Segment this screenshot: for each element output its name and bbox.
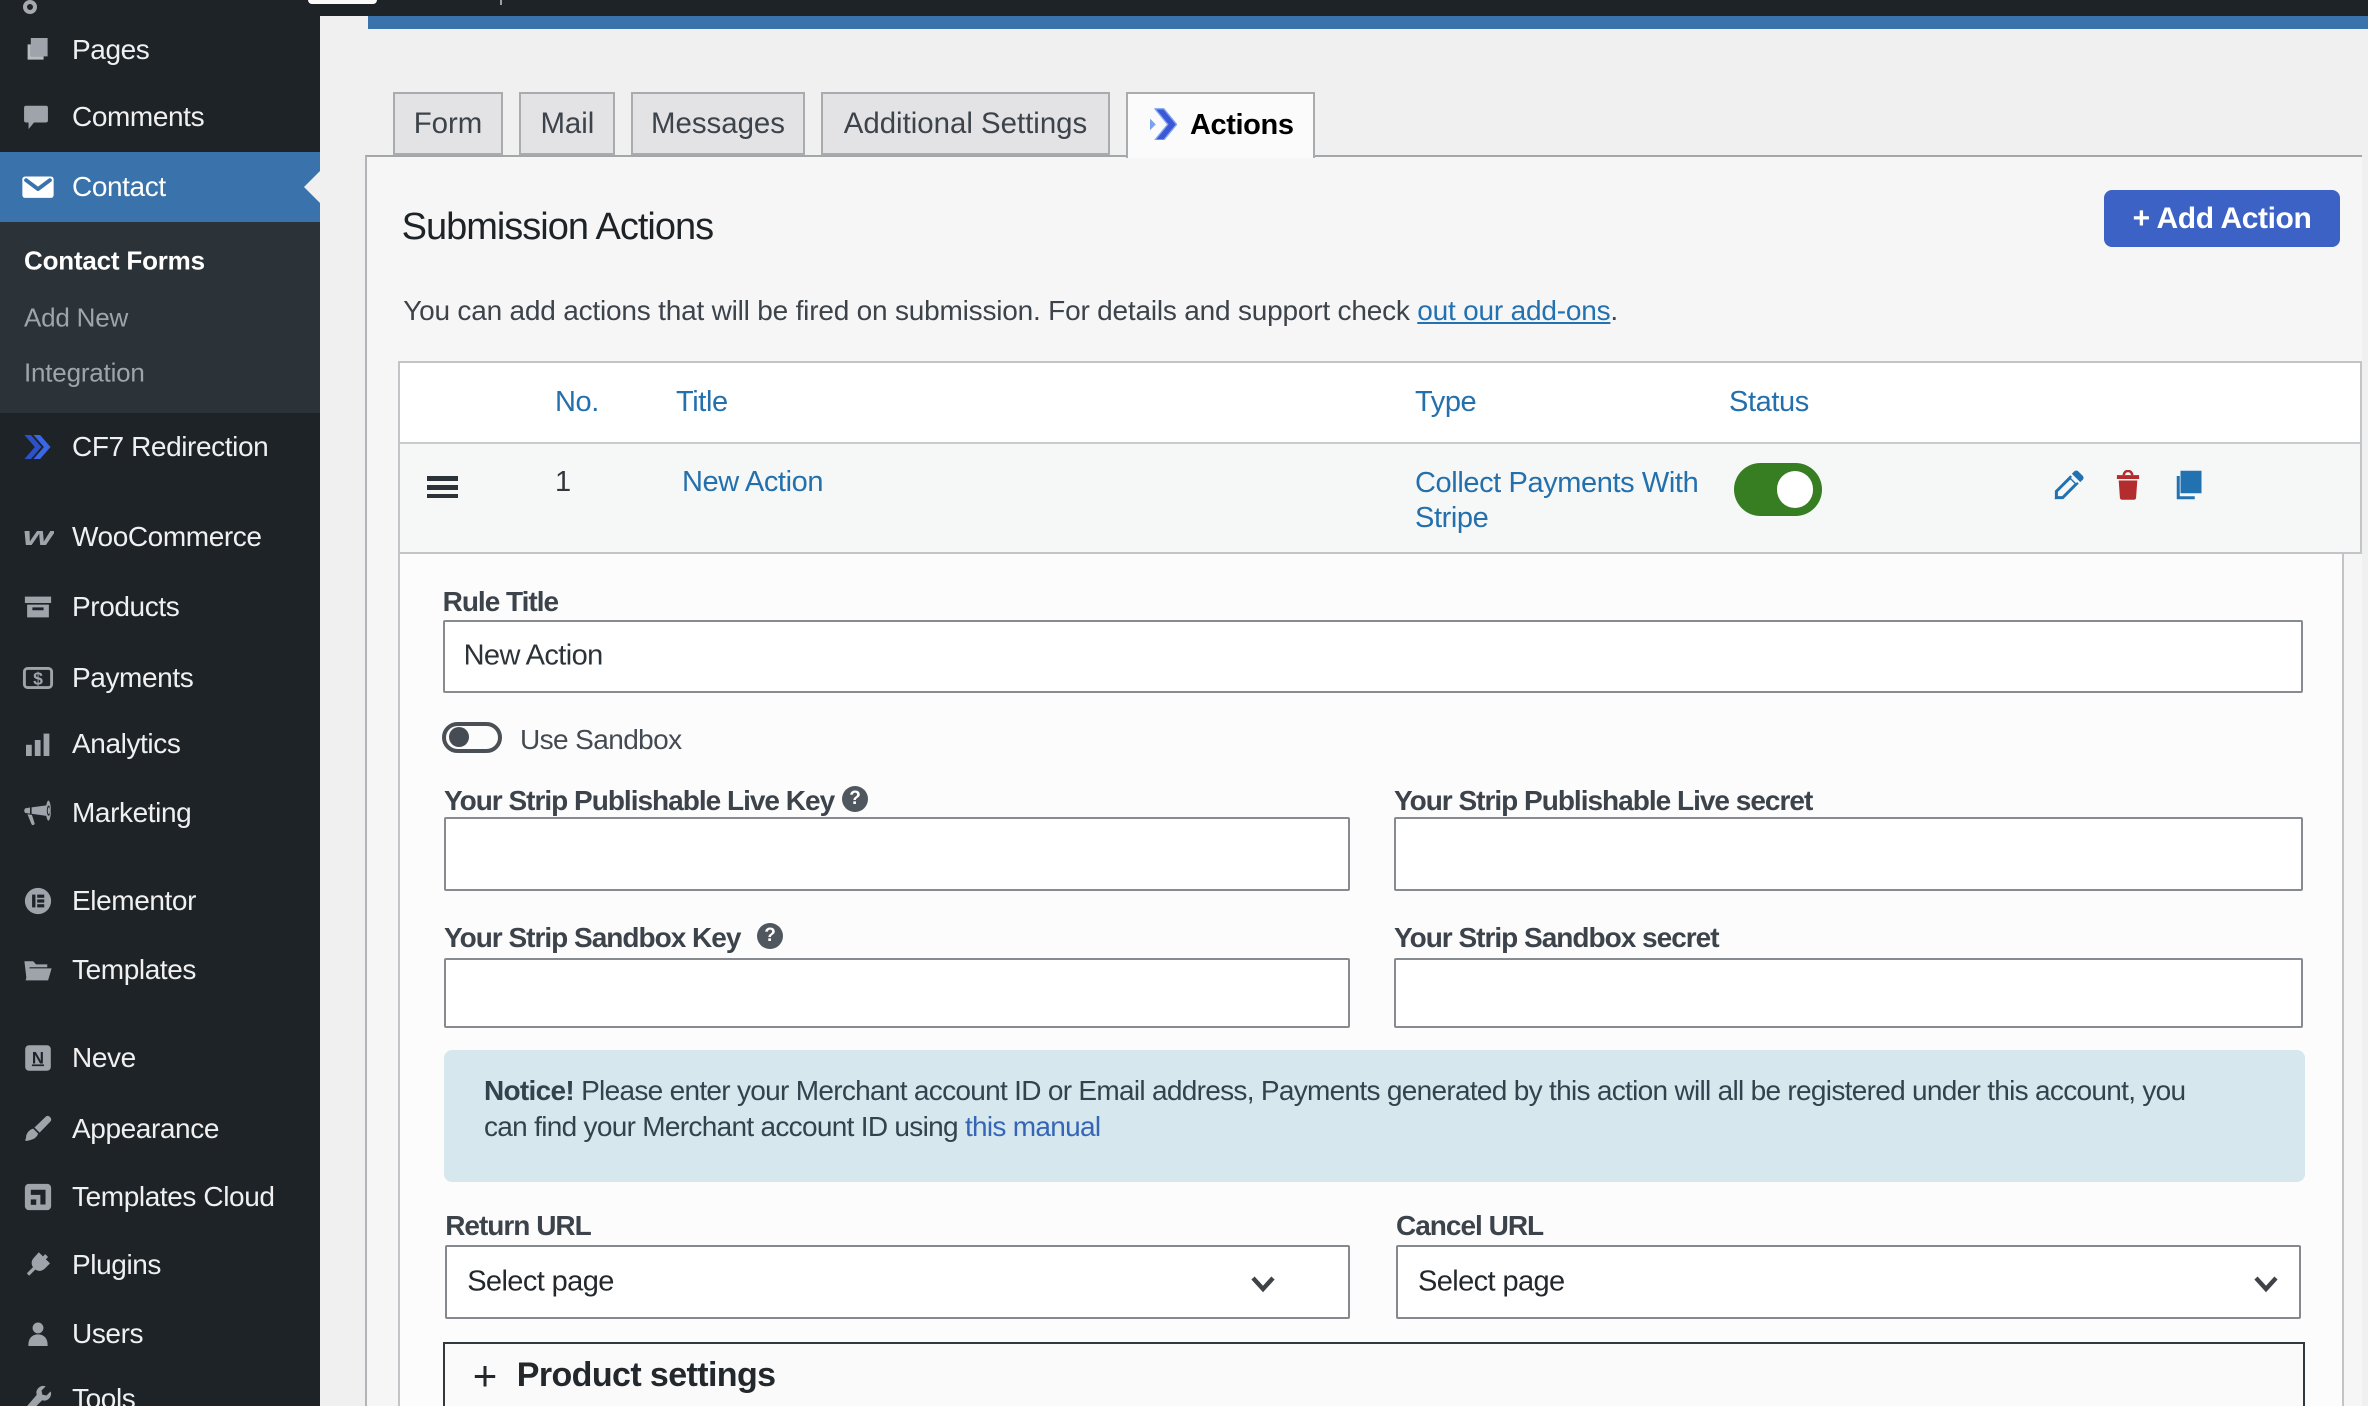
svg-text:$: $ bbox=[33, 668, 43, 688]
svg-text:w: w bbox=[23, 522, 54, 551]
svg-text:N: N bbox=[32, 1048, 44, 1067]
